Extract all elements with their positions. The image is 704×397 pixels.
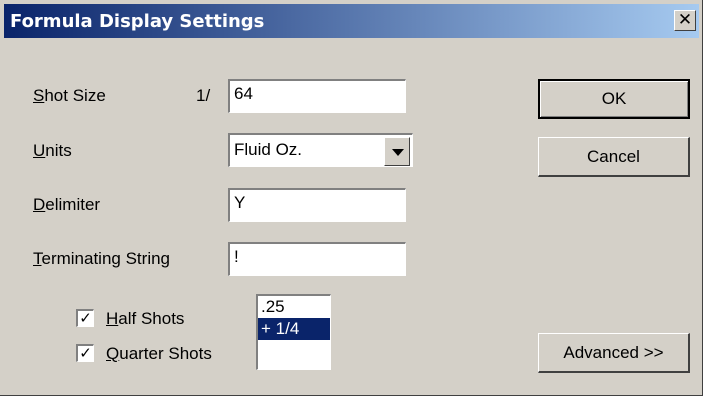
shot-size-prefix: 1/ (196, 86, 211, 105)
quarter-shots-checkbox[interactable]: ✓ (76, 344, 94, 362)
ok-button[interactable]: OK (538, 79, 690, 119)
shot-size-input[interactable]: 64 (228, 79, 406, 113)
advanced-button[interactable]: Advanced >> (538, 333, 690, 373)
units-combobox[interactable]: Fluid Oz. (228, 133, 413, 167)
list-item[interactable]: .25 (258, 296, 330, 318)
shot-size-label: Shot Size (33, 86, 106, 105)
delimiter-input[interactable]: Y (228, 188, 406, 222)
quarter-shots-label[interactable]: Quarter Shots (106, 344, 212, 364)
cancel-button[interactable]: Cancel (538, 137, 690, 177)
title-bar[interactable]: Formula Display Settings ✕ (4, 4, 699, 38)
formula-display-settings-dialog: Formula Display Settings ✕ Shot Size 1/ … (0, 0, 703, 396)
close-button[interactable]: ✕ (674, 10, 696, 31)
check-icon: ✓ (79, 309, 92, 327)
units-label: Units (33, 141, 72, 160)
delimiter-label: Delimiter (33, 195, 101, 214)
close-icon: ✕ (677, 10, 693, 30)
units-dropdown-button[interactable] (384, 137, 410, 166)
units-selected-value: Fluid Oz. (234, 140, 303, 159)
half-shots-label[interactable]: Half Shots (106, 309, 184, 329)
terminating-string-input[interactable]: ! (228, 242, 406, 276)
check-icon: ✓ (79, 344, 92, 362)
fraction-format-listbox[interactable]: .25 + 1/4 (256, 294, 331, 370)
terminating-string-label: Terminating String (33, 249, 171, 268)
half-shots-checkbox[interactable]: ✓ (76, 309, 94, 327)
chevron-down-icon (392, 149, 404, 156)
dialog-title: Formula Display Settings (10, 11, 265, 32)
list-item-selected[interactable]: + 1/4 (258, 318, 330, 340)
